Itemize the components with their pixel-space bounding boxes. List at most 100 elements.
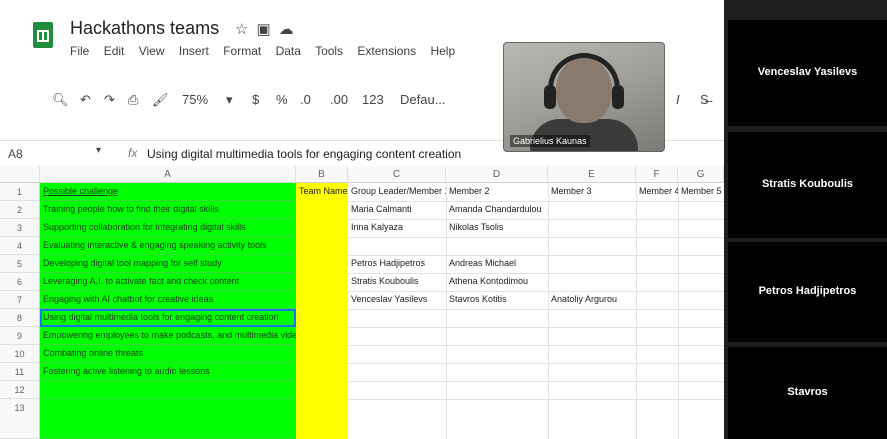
participant-name: Stavros: [787, 386, 828, 398]
italic-icon[interactable]: I: [676, 92, 680, 107]
print-icon[interactable]: ⎙: [128, 92, 138, 108]
cell-d2[interactable]: Amanda Chandardulou: [446, 201, 548, 219]
formula-input[interactable]: Using digital multimedia tools for engag…: [147, 147, 461, 161]
column-header-c[interactable]: C: [348, 166, 446, 183]
corner-cell[interactable]: [0, 166, 40, 183]
participant-name: Petros Hadjipetros: [758, 285, 857, 297]
cell-a7[interactable]: Engaging with AI chatbot for creative id…: [40, 291, 296, 309]
cell-a5[interactable]: Developing digital tool mapping for self…: [40, 255, 296, 273]
cell-d5[interactable]: Andreas Michael: [446, 255, 548, 273]
cell-e7[interactable]: Anatoliy Argurou: [548, 291, 636, 309]
row-header[interactable]: 1: [0, 183, 40, 201]
grid-line: [348, 237, 724, 238]
cell-a11[interactable]: Fostering active listening to audio less…: [40, 363, 296, 381]
redo-icon[interactable]: ↷: [104, 92, 115, 108]
chevron-down-icon[interactable]: ▾: [226, 92, 233, 108]
cell-c6[interactable]: Stratis Kouboulis: [348, 273, 446, 291]
menu-data[interactable]: Data: [276, 44, 301, 58]
number-format-button[interactable]: 123: [362, 92, 384, 107]
sheets-window: Hackathons teams ☆▣☁ File Edit View Inse…: [0, 0, 724, 439]
cell-b1[interactable]: Team Name: [296, 183, 348, 201]
row-header[interactable]: 11: [0, 363, 40, 381]
row-header[interactable]: 2: [0, 201, 40, 219]
cloud-icon[interactable]: ☁: [279, 21, 302, 38]
cell-a9[interactable]: Empowering employees to make podcasts, a…: [40, 327, 296, 345]
column-header-f[interactable]: F: [636, 166, 678, 183]
zoom-select[interactable]: 75%: [182, 92, 208, 107]
cell-c2[interactable]: Maria Calmanti: [348, 201, 446, 219]
cell-a6[interactable]: Leveraging A.I. to activate fact and che…: [40, 273, 296, 291]
cell-c5[interactable]: Petros Hadjipetros: [348, 255, 446, 273]
star-icon[interactable]: ☆: [235, 21, 256, 38]
increase-decimal-button[interactable]: .00: [330, 92, 348, 107]
cell-a10[interactable]: Combating online threats: [40, 345, 296, 363]
cell-d7[interactable]: Stavros Kotitis: [446, 291, 548, 309]
cell-f1[interactable]: Member 4: [636, 183, 678, 201]
cell-d6[interactable]: Athena Kontodimou: [446, 273, 548, 291]
menu-edit[interactable]: Edit: [104, 44, 125, 58]
strikethrough-icon[interactable]: S̶: [700, 92, 709, 107]
cell-d3[interactable]: Nikolas Tsolis: [446, 219, 548, 237]
row-header[interactable]: 6: [0, 273, 40, 291]
folder-icon[interactable]: ▣: [256, 21, 278, 38]
spreadsheet-grid: A B C D E F G 1 2 3 4 5 6 7 8 9 10 11 12…: [0, 166, 724, 439]
cell-a8-selected[interactable]: Using digital multimedia tools for engag…: [40, 309, 296, 327]
cell-c1[interactable]: Group Leader/Member 1: [348, 183, 446, 201]
cell-c3[interactable]: Inna Kalyaza: [348, 219, 446, 237]
row-header[interactable]: 10: [0, 345, 40, 363]
paint-format-icon[interactable]: 🖌︎: [152, 92, 169, 108]
cell-a3[interactable]: Supporting collaboration for integrating…: [40, 219, 296, 237]
cell-a13[interactable]: [40, 399, 296, 439]
menu-file[interactable]: File: [70, 44, 89, 58]
cell-c7[interactable]: Venceslav Yasilevs: [348, 291, 446, 309]
camera-name-label: Gabrielius Kaunas: [510, 135, 590, 147]
cell-a4[interactable]: Evaluating interactive & engaging speaki…: [40, 237, 296, 255]
participant-tile-4[interactable]: Stavros: [728, 347, 887, 439]
menu-extensions[interactable]: Extensions: [357, 44, 416, 58]
grid-line: [348, 381, 724, 382]
chevron-down-icon[interactable]: ▾: [96, 145, 101, 156]
cell-a2[interactable]: Training people how to find their digita…: [40, 201, 296, 219]
participant-tile-2[interactable]: Stratis Kouboulis: [728, 132, 887, 238]
document-title[interactable]: Hackathons teams: [70, 18, 219, 39]
row-header[interactable]: 8: [0, 309, 40, 327]
grid-line: [348, 345, 724, 346]
grid-line: [678, 183, 679, 439]
row-header[interactable]: 3: [0, 219, 40, 237]
column-header-b[interactable]: B: [296, 166, 348, 183]
menu-tools[interactable]: Tools: [315, 44, 343, 58]
row-header[interactable]: 4: [0, 237, 40, 255]
cell-a12[interactable]: [40, 381, 296, 399]
column-header-g[interactable]: G: [678, 166, 724, 183]
font-select[interactable]: Defau...: [400, 92, 446, 107]
undo-icon[interactable]: ↶: [80, 92, 91, 108]
row-header[interactable]: 12: [0, 381, 40, 399]
cell-a1[interactable]: Possible challenge: [40, 183, 296, 201]
grid-line: [348, 309, 724, 310]
participant-tile-3[interactable]: Petros Hadjipetros: [728, 242, 887, 342]
column-header-e[interactable]: E: [548, 166, 636, 183]
menu-insert[interactable]: Insert: [179, 44, 209, 58]
headset-ear-icon: [544, 85, 556, 109]
name-box[interactable]: A8: [8, 147, 23, 161]
row-header[interactable]: 5: [0, 255, 40, 273]
search-icon[interactable]: 🔍︎: [52, 92, 69, 108]
row-header[interactable]: 9: [0, 327, 40, 345]
percent-button[interactable]: %: [276, 92, 288, 107]
row-header[interactable]: 13: [0, 399, 40, 439]
column-header-d[interactable]: D: [446, 166, 548, 183]
menu-help[interactable]: Help: [430, 44, 455, 58]
column-header-a[interactable]: A: [40, 166, 296, 183]
cell-e1[interactable]: Member 3: [548, 183, 636, 201]
menu-view[interactable]: View: [139, 44, 165, 58]
decrease-decimal-button[interactable]: .0: [300, 92, 311, 107]
sheets-logo-icon[interactable]: [33, 22, 53, 48]
currency-button[interactable]: $: [252, 92, 259, 107]
participant-name: Venceslav Yasilevs: [757, 66, 858, 78]
menu-format[interactable]: Format: [223, 44, 261, 58]
participant-tile-1[interactable]: Venceslav Yasilevs: [728, 20, 887, 126]
cell-d1[interactable]: Member 2: [446, 183, 548, 201]
self-camera-video[interactable]: Gabrielius Kaunas: [503, 42, 665, 152]
cell-g1[interactable]: Member 5: [678, 183, 724, 201]
row-header[interactable]: 7: [0, 291, 40, 309]
